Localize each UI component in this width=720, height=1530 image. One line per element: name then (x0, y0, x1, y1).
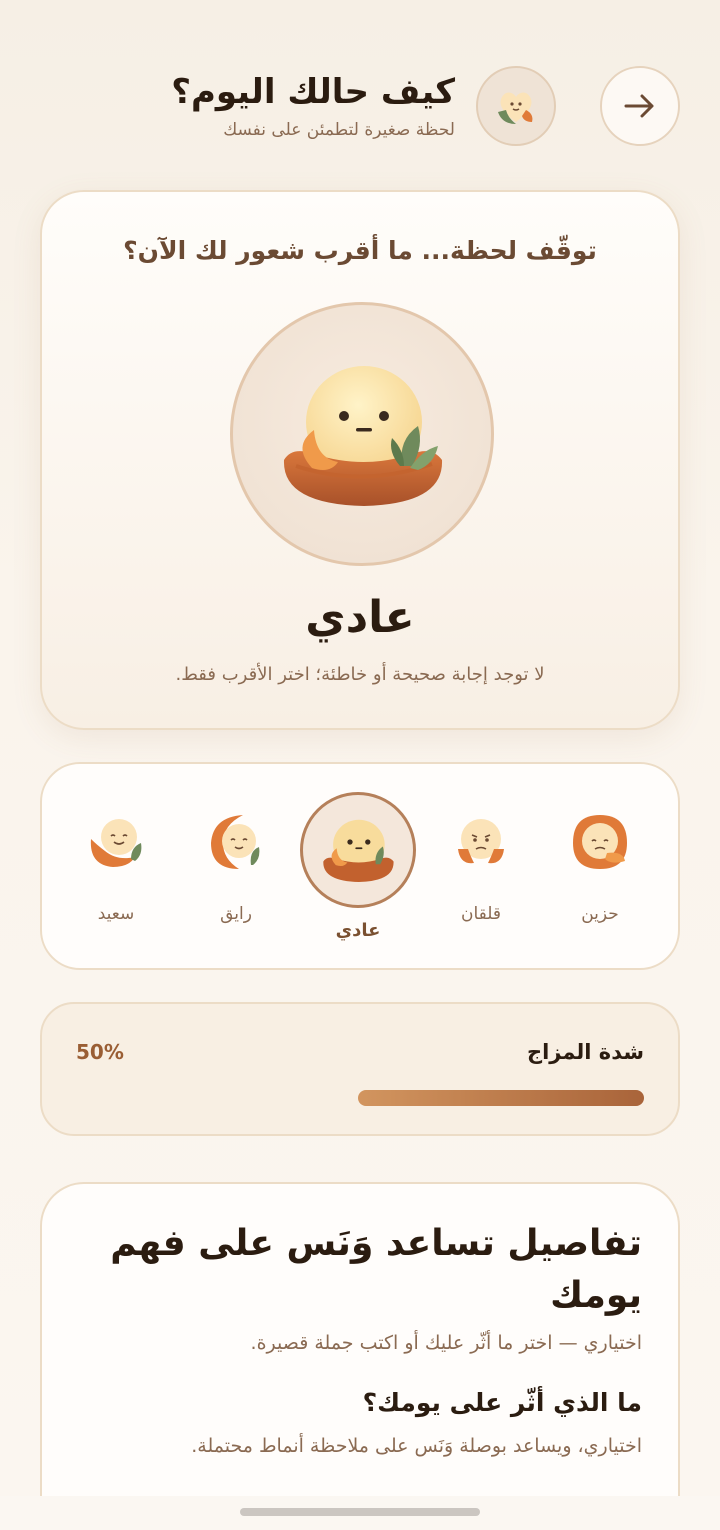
avatar (476, 66, 556, 146)
intensity-slider[interactable] (72, 1090, 644, 1106)
back-button[interactable] (600, 66, 680, 146)
neutral-mood-icon (283, 366, 443, 506)
heart-leaf-icon (498, 92, 533, 124)
neutral-mood-icon (323, 819, 394, 882)
happy-mood-icon (90, 819, 142, 867)
mood-option-neutral[interactable]: عادي (298, 764, 418, 972)
mood-hint: لا توجد إجابة صحيحة أو خاطئة؛ اختر الأقر… (175, 664, 545, 685)
mood-intensity-card: شدة المزاج 50% (40, 1002, 680, 1136)
home-indicator[interactable] (240, 1508, 480, 1516)
mood-option-calm[interactable]: رايق (176, 764, 296, 972)
intensity-value: 50% (76, 1040, 124, 1064)
header: كيف حالك اليوم؟ لحظة صغيرة لتطمئن على نف… (40, 66, 680, 146)
selected-mood-name: عادي (305, 592, 415, 643)
mood-selector: حزين قلقان عادي رايق سعيد (40, 762, 680, 970)
mood-question: توقّف لحظة... ما أقرب شعور لك الآن؟ (123, 236, 597, 265)
page-title: كيف حالك اليوم؟ (171, 72, 455, 112)
calm-mood-icon (211, 815, 260, 869)
mood-option-label: سعيد (97, 904, 135, 924)
header-text: كيف حالك اليوم؟ لحظة صغيرة لتطمئن على نف… (171, 70, 455, 140)
sad-mood-icon (573, 815, 627, 869)
mood-option-label: حزين (581, 904, 619, 924)
influence-question: ما الذي أثّر على يومك؟ (362, 1388, 642, 1417)
arrow-right-icon (624, 94, 654, 118)
mood-checkin-screen: كيف حالك اليوم؟ لحظة صغيرة لتطمئن على نف… (0, 0, 720, 1530)
influence-question-hint: اختياري، ويساعد بوصلة وَنَس على ملاحظة أ… (191, 1435, 642, 1457)
mood-option-sad[interactable]: حزين (540, 764, 660, 972)
anxious-mood-icon (458, 819, 504, 864)
mood-option-label: عادي (335, 920, 381, 941)
mood-option-label: رايق (220, 904, 252, 924)
mood-option-anxious[interactable]: قلقان (421, 764, 541, 972)
details-subtitle: اختياري — اختر ما أثّر عليك أو اكتب جملة… (250, 1332, 642, 1354)
intensity-label: شدة المزاج (526, 1040, 644, 1064)
mood-option-label: قلقان (460, 904, 502, 924)
selected-mood-card: توقّف لحظة... ما أقرب شعور لك الآن؟ عادي… (40, 190, 680, 730)
intensity-slider-fill (358, 1090, 644, 1106)
details-card: تفاصيل تساعد وَنَس على فهم يومك اختياري … (40, 1182, 680, 1530)
details-title: تفاصيل تساعد وَنَس على فهم يومك (110, 1223, 642, 1316)
mood-illustration (230, 302, 494, 566)
mood-option-happy[interactable]: سعيد (56, 764, 176, 972)
page-subtitle: لحظة صغيرة لتطمئن على نفسك (223, 120, 455, 140)
